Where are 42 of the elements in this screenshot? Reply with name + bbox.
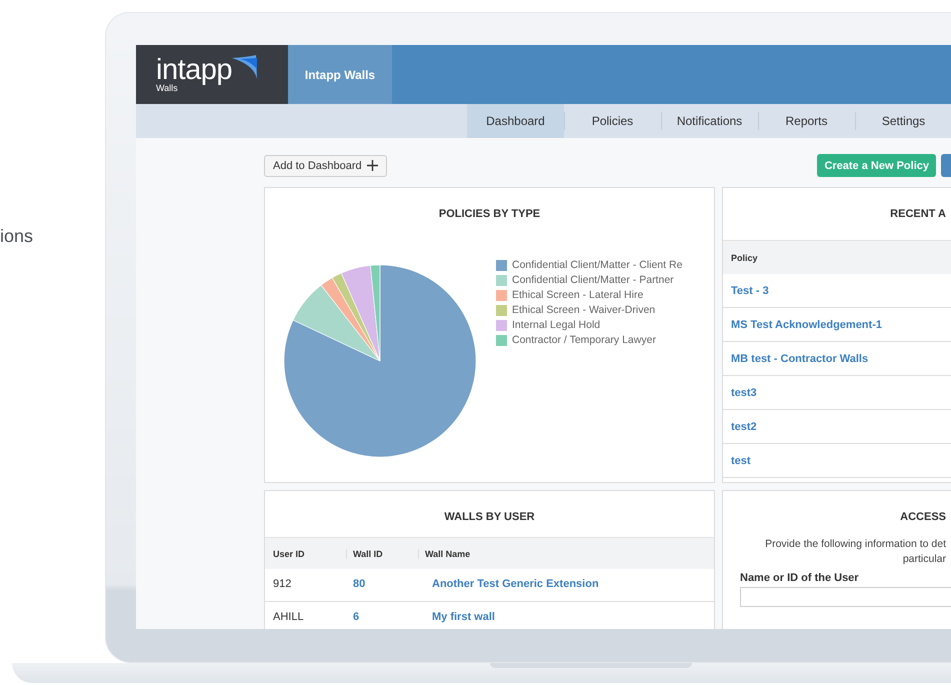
column-header: Wall ID — [346, 548, 425, 558]
user-id-cell-text: AHILL — [273, 611, 305, 623]
legend-label: Ethical Screen - Waiver-Driven — [512, 304, 656, 316]
logo-product-name: Walls — [156, 83, 178, 93]
product-tab[interactable]: Intapp Walls — [288, 45, 392, 104]
policy-link[interactable]: test3 — [731, 386, 757, 398]
legend-label: Confidential Client/Matter - Partner — [512, 274, 674, 286]
nav-tab[interactable]: Policies — [564, 104, 661, 138]
column-header: Wall Name — [418, 548, 470, 558]
nav-tab[interactable]: Notifications — [661, 104, 758, 138]
policy-link[interactable]: MS Test Acknowledgement-1 — [731, 318, 882, 330]
access-description: Provide the following information to det particular — [764, 537, 947, 567]
add-to-dashboard-button[interactable]: Add to Dashboard — [264, 154, 387, 176]
nav-tab[interactable]: Dashboard — [467, 104, 564, 138]
policy-link[interactable]: test — [731, 454, 751, 466]
wall-id-link[interactable]: 6 — [353, 611, 432, 623]
legend-label: Ethical Screen - Lateral Hire — [512, 289, 644, 301]
legend-label: Contractor / Temporary Lawyer — [512, 334, 656, 346]
panel-title: POLICIES BY TYPE — [438, 207, 542, 222]
legend-label: Internal Legal Hold — [512, 319, 600, 331]
policy-link[interactable]: MB test - Contractor Walls — [731, 352, 868, 364]
plus-icon — [366, 160, 378, 171]
wall-name-link[interactable]: My first wall — [432, 611, 495, 623]
user-id-cell-text: 912 — [273, 578, 292, 590]
field-label: Name or ID of the User — [740, 572, 860, 584]
panel-title: ACCESS — [899, 510, 947, 525]
wall-id-link[interactable]: 80 — [353, 578, 432, 590]
panel-title: RECENT A — [889, 207, 947, 222]
nav-tab[interactable]: Settings — [855, 104, 951, 138]
wall-name-link[interactable]: Another Test Generic Extension — [432, 578, 599, 590]
legend-label: Confidential Client/Matter - Client Re — [512, 259, 682, 271]
logo-wordmark: intapp — [156, 55, 232, 85]
column-header: Policy — [731, 252, 758, 262]
panel-title: WALLS BY USER — [443, 510, 536, 525]
action-button[interactable] — [941, 154, 951, 177]
nav-tab[interactable]: Reports — [758, 104, 855, 138]
create-policy-button[interactable]: Create a New Policy — [817, 154, 936, 177]
policy-link[interactable]: test2 — [731, 420, 757, 432]
column-header: User ID — [273, 548, 306, 558]
heading-fragment: ions — [0, 226, 34, 247]
user-input-field[interactable] — [740, 587, 951, 607]
policy-link[interactable]: Test - 3 — [731, 284, 769, 296]
